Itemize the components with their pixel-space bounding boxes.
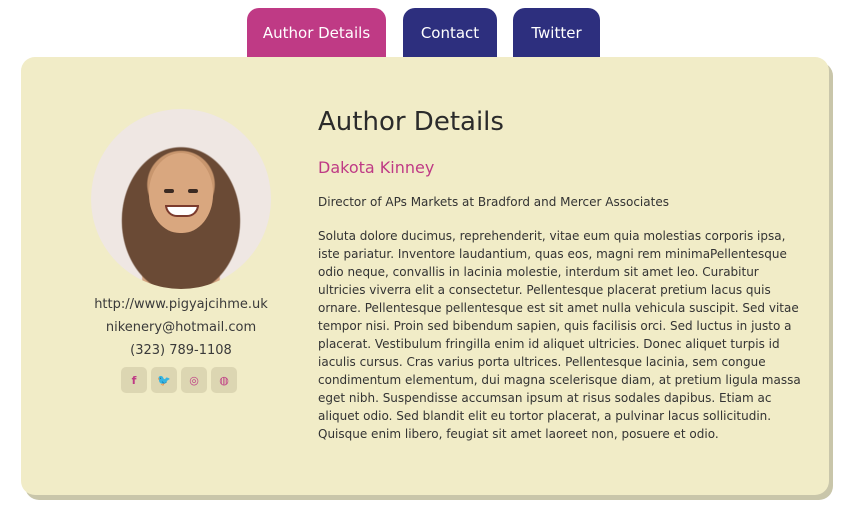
author-bio: Soluta dolore ducimus, reprehenderit, vi…	[318, 229, 801, 441]
dribbble-icon[interactable]: ◍	[211, 367, 237, 393]
instagram-icon[interactable]: ◎	[181, 367, 207, 393]
tab-twitter[interactable]: Twitter	[513, 8, 600, 58]
page-title: Author Details	[318, 107, 504, 137]
tab-contact[interactable]: Contact	[403, 8, 497, 58]
avatar-face	[149, 153, 213, 233]
website-link[interactable]: http://www.pigyajcihme.uk	[21, 297, 341, 312]
author-avatar	[91, 109, 271, 289]
avatar-left-eye	[164, 189, 174, 193]
facebook-icon[interactable]: f	[121, 367, 147, 393]
author-name: Dakota Kinney	[318, 158, 435, 177]
twitter-icon[interactable]: 🐦	[151, 367, 177, 393]
tab-author-details[interactable]: Author Details	[247, 8, 386, 58]
phone-number: (323) 789-1108	[130, 343, 232, 358]
author-card: http://www.pigyajcihme.uk nikenery@hotma…	[21, 57, 829, 495]
email-link[interactable]: nikenery@hotmail.com	[21, 320, 341, 335]
social-links: f 🐦 ◎ ◍	[121, 367, 241, 393]
avatar-right-eye	[188, 189, 198, 193]
tab-bar: Author Details Contact Twitter	[0, 8, 850, 58]
author-role: Director of APs Markets at Bradford and …	[318, 195, 669, 209]
